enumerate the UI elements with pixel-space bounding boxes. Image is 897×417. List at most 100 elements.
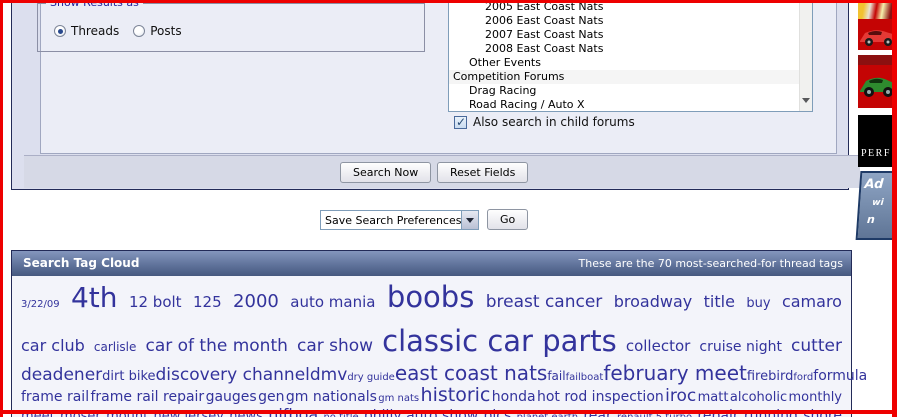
ad-collage-strip [858,3,897,19]
tag-link[interactable]: broadway [614,293,693,311]
show-results-legend: Show Results as [46,0,143,9]
tag-link[interactable]: east coast nats [395,362,547,384]
tag-link[interactable]: boobs [387,282,474,314]
tag-link[interactable]: gauges [206,390,257,405]
tag-link[interactable]: shore [803,409,842,417]
search-preferences-value: Save Search Preferences [325,214,461,227]
tag-link[interactable]: breast cancer [486,293,603,312]
radio-option-posts[interactable]: Posts [133,24,181,38]
radio-icon[interactable] [133,25,145,37]
child-forums-row[interactable]: Also search in child forums [454,115,635,129]
tag-link[interactable]: philly auto show [364,409,478,417]
tag-row: meet moser mount new jersey news njfboa no tit… [21,406,842,417]
tag-link[interactable]: 125 [193,294,222,311]
tag-link[interactable]: deadener [21,366,102,385]
red-car-ad[interactable] [858,3,897,50]
tag-link[interactable]: ford [793,372,813,383]
tag-link[interactable]: car of the month [145,337,287,356]
tag-link[interactable]: running [744,409,798,417]
forum-option[interactable]: Drag Racing [449,84,799,98]
tag-link[interactable]: planet earth [517,412,579,417]
radio-icon[interactable] [54,25,66,37]
tag-link[interactable]: 12 bolt [129,294,182,311]
tag-link[interactable]: car show [297,337,373,356]
tag-link[interactable]: historic [421,385,491,406]
forum-listbox-wrap[interactable]: 2005 East Coast Nats2006 East Coast Nats… [448,0,813,112]
red-car-image [858,19,897,50]
tag-link[interactable]: matt [698,391,729,405]
tag-link[interactable]: alcoholic [730,391,787,405]
tag-row: car club carlisle car of the month car show… [21,326,842,358]
listbox-scrollbar[interactable] [799,0,812,111]
tag-link[interactable]: repair [697,409,738,417]
tag-link[interactable]: dmv [310,366,347,385]
tag-link[interactable]: cruise night [699,340,782,355]
performance-banner-ad[interactable]: PERF [858,115,897,167]
tag-link[interactable]: frame rail repair [90,390,204,405]
tag-link[interactable]: formula [813,369,867,384]
tag-link[interactable]: auto mania [290,294,375,311]
tag-link[interactable]: meet [21,410,55,417]
forum-option[interactable]: 2006 East Coast Nats [449,14,799,28]
tag-link[interactable]: moser [60,410,101,417]
tag-link[interactable]: new jersey [154,410,224,417]
tag-cloud-body: 3/22/094th12 bolt1252000auto maniaboobsb… [12,276,851,417]
tag-link[interactable]: buy [746,297,770,311]
tag-link[interactable]: iroc [665,387,696,406]
forum-option[interactable]: 2007 East Coast Nats [449,28,799,42]
tag-link[interactable]: gm nationals [286,390,377,405]
forum-option[interactable]: Other Events [449,56,799,70]
forum-option[interactable]: 2008 East Coast Nats [449,42,799,56]
tag-link[interactable]: rear [583,409,611,417]
tag-link[interactable]: carlisle [94,341,137,354]
tag-link[interactable]: monthly [789,391,843,405]
tag-link[interactable]: honda [492,390,536,405]
tag-link[interactable]: discovery channel [156,366,310,385]
forum-option[interactable]: 2005 East Coast Nats [449,0,799,14]
tag-link[interactable]: title [704,293,735,311]
reset-fields-button[interactable]: Reset Fields [437,162,528,183]
tag-link[interactable]: njfboa [268,406,318,417]
search-tag-cloud-panel: Search Tag Cloud These are the 70 most-s… [11,250,852,417]
tag-link[interactable]: pics [484,409,512,417]
tag-link[interactable]: collector [626,338,690,355]
forum-listbox: 2005 East Coast Nats2006 East Coast Nats… [449,0,799,112]
forum-option[interactable]: Road Racing / Auto X [449,98,799,112]
tag-link[interactable]: 3/22/09 [21,299,60,310]
tag-link[interactable]: gm nats [378,393,419,404]
search-preferences-select[interactable]: Save Search Preferences [320,210,479,230]
tag-link[interactable]: no title [323,412,358,417]
tag-link[interactable]: firebird [747,370,793,384]
select-dropdown-button[interactable] [461,211,478,229]
show-results-fieldset: Show Results as Threads Posts [37,3,425,52]
green-car-ad[interactable] [858,55,897,108]
radio-option-threads[interactable]: Threads [54,24,119,38]
tag-row: 3/22/094th12 bolt1252000auto maniaboobsb… [21,282,842,314]
tag-link[interactable]: news [229,410,263,417]
tag-link[interactable]: 4th [71,283,118,314]
tag-link[interactable]: hot rod inspection [537,390,664,405]
advertise-banner-ad[interactable]: Ad wi n [856,171,897,240]
tag-link[interactable]: cutter [791,337,842,356]
tag-link[interactable]: classic car parts [382,326,617,358]
tag-link[interactable]: mount [106,410,148,417]
tag-row: frame railframe rail repairgaugesgengm n… [21,385,842,406]
forum-option[interactable]: Competition Forums [449,70,799,84]
tag-link[interactable]: dirt bike [102,370,155,384]
tag-link[interactable]: renault 5 turbo [617,412,692,417]
scroll-down-icon[interactable] [802,98,810,103]
tag-link[interactable]: frame rail [21,390,89,405]
forum-search-page: Show Results as Threads Posts 2005 East C… [0,0,897,417]
tag-link[interactable]: car club [21,337,85,355]
tag-link[interactable]: camaro [782,293,842,311]
search-now-button[interactable]: Search Now [340,162,431,183]
go-button[interactable]: Go [487,209,528,230]
child-forums-label: Also search in child forums [473,115,635,129]
tag-link[interactable]: dry guide [347,372,395,383]
tag-link[interactable]: fail [547,370,565,383]
tag-link[interactable]: february meet [603,362,747,384]
tag-link[interactable]: 2000 [233,292,279,312]
child-forums-checkbox[interactable] [454,116,467,129]
tag-link[interactable]: failboat [566,372,604,383]
tag-link[interactable]: gen [258,390,284,405]
